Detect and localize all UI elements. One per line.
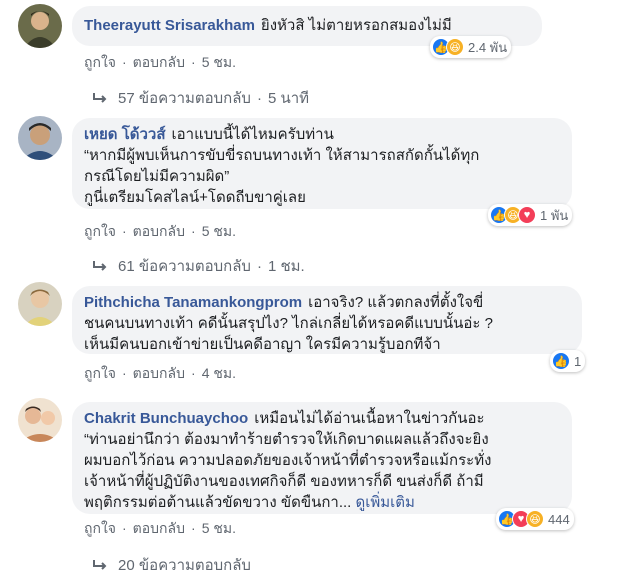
reply-link[interactable]: ตอบกลับ xyxy=(133,54,185,70)
reply-link[interactable]: ตอบกลับ xyxy=(133,365,185,381)
reaction-count: 2.4 พัน xyxy=(468,39,508,55)
comment-actions: ถูกใจ · ตอบกลับ · 5 ชม. xyxy=(84,223,236,239)
replies-time: 1 ชม. xyxy=(267,258,305,275)
avatar[interactable] xyxy=(18,4,62,48)
comment-text-line: ผมบอกไว้ก่อน ความปลอดภัยของเจ้าหน้าที่ตำ… xyxy=(84,452,492,469)
reaction-count: 1 พัน xyxy=(540,207,569,223)
see-more-link[interactable]: ดูเพิ่มเติม xyxy=(356,494,415,511)
replies-count: 20 ข้อความตอบกลับ xyxy=(118,557,251,574)
reply-arrow-icon xyxy=(93,261,107,271)
view-replies-link[interactable]: 20 ข้อความตอบกลับ xyxy=(92,553,251,577)
reaction-summary[interactable]: 👍 ♥ 😆 444 xyxy=(496,508,574,530)
comment-text-line: ชนคนบนทางเท้า คดีนั้นสรุปไง? ไกล่เกลี่ยไ… xyxy=(84,315,493,332)
reaction-summary[interactable]: 👍 😆 ♥ 1 พัน xyxy=(488,204,573,226)
avatar[interactable] xyxy=(18,282,62,326)
comment-author[interactable]: Theerayutt Srisarakham xyxy=(84,17,255,34)
like-reaction-icon: 👍 xyxy=(552,352,570,370)
comment-text-line: “ท่านอย่านึกว่า ต้องมาทำร้ายตำรวจให้เกิด… xyxy=(84,431,489,448)
comment-actions: ถูกใจ · ตอบกลับ · 5 ชม. xyxy=(84,54,236,70)
comment-text-line: เอาแบบนี้ได้ไหมครับท่าน xyxy=(171,126,334,143)
avatar[interactable] xyxy=(18,116,62,160)
comment-text-line: เจ้าหน้าที่ผู้ปฏิบัติงานของเทศกิจก็ดี ขอ… xyxy=(84,473,484,490)
replies-count: 57 ข้อความตอบกลับ xyxy=(118,90,251,107)
like-link[interactable]: ถูกใจ xyxy=(84,54,116,70)
haha-reaction-icon: 😆 xyxy=(446,38,464,56)
like-link[interactable]: ถูกใจ xyxy=(84,365,116,381)
comment-text-line: กูนี่เตรียมโคสไลน์+โดดถีบขาคู่เลย xyxy=(84,189,306,206)
reply-arrow-icon xyxy=(93,93,107,103)
view-replies-link[interactable]: 61 ข้อความตอบกลับ · 1 ชม. xyxy=(92,254,305,278)
comment-text-line: เห็นมีคนบอกเข้าข่ายเป็นคดีอาญา ใครมีความ… xyxy=(84,336,441,353)
avatar[interactable] xyxy=(18,398,62,442)
reaction-count: 1 xyxy=(574,353,582,369)
comment-text-line: เอาจริง? แล้วตกลงที่ตั้งใจขี่ xyxy=(308,294,484,311)
comment-bubble: เหยด โด้ววส์ เอาแบบนี้ได้ไหมครับท่าน “หาก… xyxy=(72,118,572,209)
replies-count: 61 ข้อความตอบกลับ xyxy=(118,258,251,275)
comment-time[interactable]: 5 ชม. xyxy=(202,520,236,536)
reaction-count: 444 xyxy=(548,511,570,527)
reply-arrow-icon xyxy=(93,560,107,570)
reaction-summary[interactable]: 👍 1 xyxy=(550,350,586,372)
love-reaction-icon: ♥ xyxy=(518,206,536,224)
comment-author[interactable]: Chakrit Bunchuaychoo xyxy=(84,410,248,427)
view-replies-link[interactable]: 57 ข้อความตอบกลับ · 5 นาที xyxy=(92,86,309,110)
comment-text-line: “หากมีผู้พบเห็นการขับขี่รถบนทางเท้า ให้ส… xyxy=(84,147,480,164)
haha-reaction-icon: 😆 xyxy=(526,510,544,528)
reply-link[interactable]: ตอบกลับ xyxy=(133,520,185,536)
comment-time[interactable]: 5 ชม. xyxy=(202,223,236,239)
comment-text: ยิงหัวสิ ไม่ตายหรอกสมองไม่มี xyxy=(260,17,452,34)
comment-time[interactable]: 5 ชม. xyxy=(202,54,236,70)
comment-text-line: พฤติกรรมต่อต้านแล้วขัดขวาง ขัดขืนกา... xyxy=(84,494,352,511)
replies-time: 5 นาที xyxy=(267,90,310,107)
reaction-summary[interactable]: 👍 😆 2.4 พัน xyxy=(430,36,512,58)
comment-bubble: Chakrit Bunchuaychoo เหมือนไม่ได้อ่านเนื้… xyxy=(72,402,572,514)
comment-actions: ถูกใจ · ตอบกลับ · 5 ชม. xyxy=(84,520,236,536)
comment-author[interactable]: Pithchicha Tanamankongprom xyxy=(84,294,302,311)
comment-bubble: Pithchicha Tanamankongprom เอาจริง? แล้วต… xyxy=(72,286,582,354)
reply-link[interactable]: ตอบกลับ xyxy=(133,223,185,239)
comment-time[interactable]: 4 ชม. xyxy=(202,365,236,381)
comment-text-line: เหมือนไม่ได้อ่านเนื้อหาในข่าวกันอะ xyxy=(254,410,485,427)
like-link[interactable]: ถูกใจ xyxy=(84,520,116,536)
comment-text-line: กรณีโดยไม่มีความผิด” xyxy=(84,168,230,185)
comment-actions: ถูกใจ · ตอบกลับ · 4 ชม. xyxy=(84,365,236,381)
like-link[interactable]: ถูกใจ xyxy=(84,223,116,239)
comment-author[interactable]: เหยด โด้ววส์ xyxy=(84,126,166,143)
